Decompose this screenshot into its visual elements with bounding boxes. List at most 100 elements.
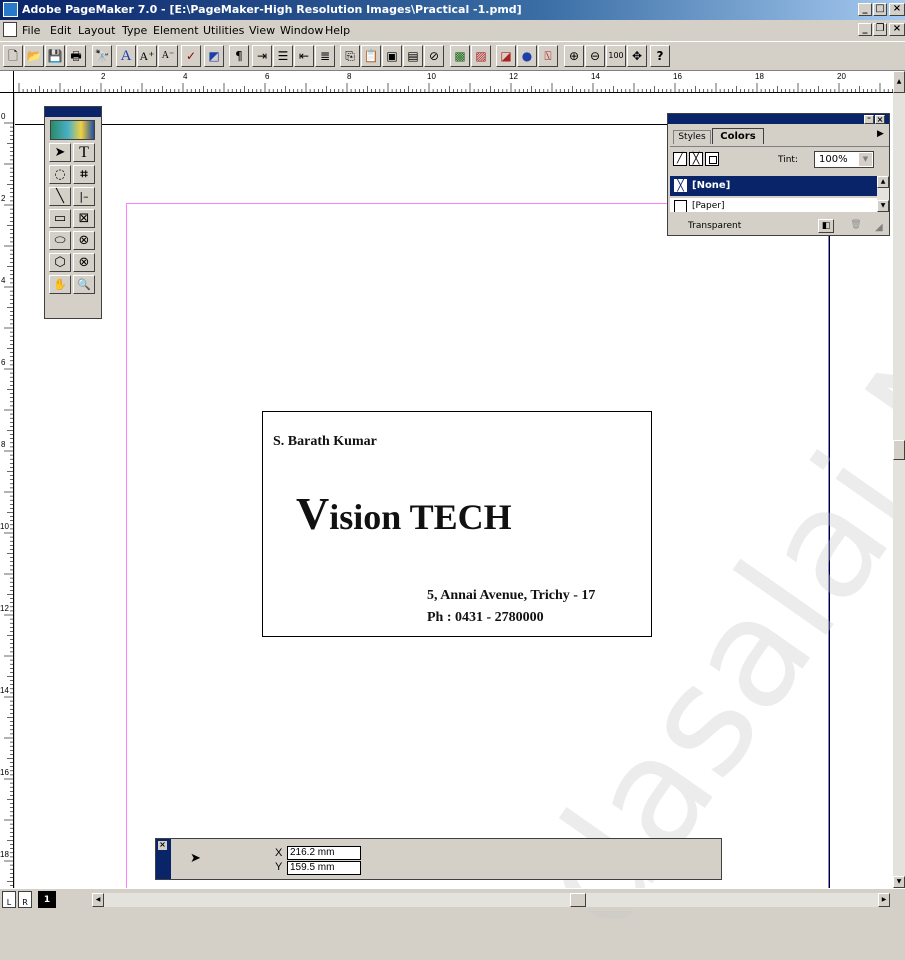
links-icon[interactable]: ⊘ — [424, 45, 444, 67]
horizontal-ruler[interactable]: 2 4 6 8 10 12 14 16 18 20 — [14, 71, 905, 93]
palette-close-button[interactable]: × — [158, 841, 167, 850]
text-tool-icon[interactable]: T — [73, 143, 95, 162]
scroll-left-arrow-icon[interactable]: ◀ — [92, 893, 104, 907]
ruler-origin[interactable] — [0, 71, 14, 93]
stroke-icon[interactable]: ╱ — [673, 152, 687, 166]
menu-file[interactable]: File — [22, 24, 40, 37]
scroll-right-arrow-icon[interactable]: ▶ — [878, 893, 890, 907]
constrained-line-tool-icon[interactable]: |– — [73, 187, 95, 206]
fill-stroke-icon[interactable] — [705, 152, 719, 166]
vertical-scrollbar[interactable]: ▼ — [893, 93, 905, 888]
card-address[interactable]: 5, Annai Avenue, Trichy - 17 — [427, 588, 595, 604]
menu-type[interactable]: Type — [122, 24, 147, 37]
swatch-none[interactable]: ╳ [None] — [670, 176, 877, 196]
card-phone[interactable]: Ph : 0431 - 2780000 — [427, 610, 544, 626]
find-icon[interactable]: 🔭 — [92, 45, 112, 67]
panel-close-button[interactable]: × — [875, 115, 885, 124]
zoom-out-icon[interactable]: ⊖ — [585, 45, 605, 67]
vertical-ruler[interactable]: 0 2 4 6 8 10 12 14 16 18 — [0, 93, 14, 888]
open-icon[interactable]: 📂 — [24, 45, 44, 67]
resize-grip-icon[interactable]: ◢ — [875, 222, 883, 233]
scroll-thumb[interactable] — [893, 440, 905, 460]
crop-tool-icon[interactable]: ⌗ — [73, 165, 95, 184]
horizontal-scrollbar[interactable] — [104, 893, 878, 907]
pointer-tool-icon[interactable]: ➤ — [49, 143, 71, 162]
swatch-scrollbar[interactable]: ▲ ▼ — [877, 176, 889, 212]
rotate-tool-icon[interactable]: ◌ — [49, 165, 71, 184]
paste-icon[interactable]: 📋 — [361, 45, 381, 67]
panel-menu-arrow-icon[interactable]: ▶ — [877, 129, 884, 139]
font-icon[interactable]: A — [116, 45, 136, 67]
company-name[interactable]: Vision TECH — [296, 487, 512, 540]
tab-colors[interactable]: Colors — [712, 128, 764, 144]
bullets-icon[interactable]: ☰ — [273, 45, 293, 67]
tab-styles[interactable]: Styles — [673, 130, 711, 144]
page-1-icon[interactable]: 1 — [38, 891, 56, 908]
save-icon[interactable]: 💾 — [45, 45, 65, 67]
y-coordinate-field[interactable]: 159.5 mm — [287, 861, 361, 875]
master-page-right-icon[interactable]: R — [18, 891, 32, 908]
zoom-in-icon[interactable]: ⊕ — [564, 45, 584, 67]
hscroll-thumb[interactable] — [570, 893, 586, 907]
ellipse-frame-tool-icon[interactable]: ⊗ — [73, 231, 95, 250]
indent-icon[interactable]: ⇥ — [252, 45, 272, 67]
menu-help[interactable]: Help — [325, 24, 350, 37]
panel-titlebar[interactable] — [668, 114, 889, 124]
scroll-down-arrow-icon[interactable]: ▼ — [893, 876, 905, 888]
palette-titlebar[interactable]: × — [156, 839, 171, 879]
help-icon[interactable]: ? — [650, 45, 670, 67]
menu-window[interactable]: Window — [280, 24, 323, 37]
copy-icon[interactable]: ⎘ — [340, 45, 360, 67]
print-icon[interactable]: 🖶 — [66, 45, 86, 67]
menu-utilities[interactable]: Utilities — [203, 24, 244, 37]
actual-size-icon[interactable]: 100 — [606, 45, 626, 67]
web-icon[interactable]: ● — [517, 45, 537, 67]
place-icon[interactable]: ▣ — [382, 45, 402, 67]
new-icon[interactable]: 🗋 — [3, 45, 23, 67]
scroll-up-arrow-icon[interactable]: ▲ — [893, 71, 905, 93]
spelling-icon[interactable]: ✓ — [181, 45, 201, 67]
font-size-down-icon[interactable]: A⁻ — [158, 45, 178, 67]
story-icon[interactable]: ▤ — [403, 45, 423, 67]
ellipse-tool-icon[interactable]: ⬭ — [49, 231, 71, 250]
pdf-icon[interactable]: ⍂ — [538, 45, 558, 67]
chevron-down-icon[interactable]: ▼ — [859, 153, 872, 166]
menu-edit[interactable]: Edit — [50, 24, 71, 37]
image-icon[interactable]: ▩ — [450, 45, 470, 67]
pagemaker-logo-icon[interactable] — [50, 120, 95, 140]
color-icon[interactable]: ◪ — [496, 45, 516, 67]
frame-icon[interactable]: ◩ — [204, 45, 224, 67]
doc-restore-button[interactable]: ❐ — [873, 23, 887, 36]
hand-icon[interactable]: ✥ — [627, 45, 647, 67]
document-icon[interactable] — [3, 22, 17, 37]
doc-minimize-button[interactable]: _ — [858, 23, 872, 36]
maximize-button[interactable]: □ — [873, 3, 887, 16]
line-tool-icon[interactable]: ╲ — [49, 187, 71, 206]
zoom-tool-icon[interactable]: 🔍 — [73, 275, 95, 294]
doc-close-button[interactable]: × — [889, 23, 905, 36]
business-card[interactable]: S. Barath Kumar Vision TECH 5, Annai Ave… — [262, 411, 652, 637]
font-size-up-icon[interactable]: A⁺ — [137, 45, 157, 67]
trash-icon[interactable]: 🗑 — [848, 219, 864, 233]
app-icon[interactable] — [3, 2, 18, 17]
indent-right-icon[interactable]: ≣ — [315, 45, 335, 67]
minimize-button[interactable]: _ — [858, 3, 872, 16]
fill-icon[interactable]: ╳ — [689, 152, 703, 166]
polygon-frame-tool-icon[interactable]: ⊗ — [73, 253, 95, 272]
crop-icon[interactable]: ▨ — [471, 45, 491, 67]
tint-select[interactable]: 100% ▼ — [814, 151, 874, 168]
rectangle-frame-tool-icon[interactable]: ⊠ — [73, 209, 95, 228]
toolbox-titlebar[interactable] — [45, 107, 101, 117]
menu-layout[interactable]: Layout — [78, 24, 115, 37]
menu-view[interactable]: View — [249, 24, 275, 37]
menu-element[interactable]: Element — [153, 24, 199, 37]
swatch-paper[interactable]: [Paper] — [670, 198, 877, 212]
new-color-icon[interactable]: ◧ — [818, 219, 834, 233]
polygon-tool-icon[interactable]: ⬡ — [49, 253, 71, 272]
rectangle-tool-icon[interactable]: ▭ — [49, 209, 71, 228]
panel-minimize-button[interactable]: – — [864, 115, 874, 124]
master-page-left-icon[interactable]: L — [2, 891, 16, 908]
hand-tool-icon[interactable]: ✋ — [49, 275, 71, 294]
paragraph-icon[interactable]: ¶ — [229, 45, 249, 67]
close-button[interactable]: × — [889, 3, 905, 16]
